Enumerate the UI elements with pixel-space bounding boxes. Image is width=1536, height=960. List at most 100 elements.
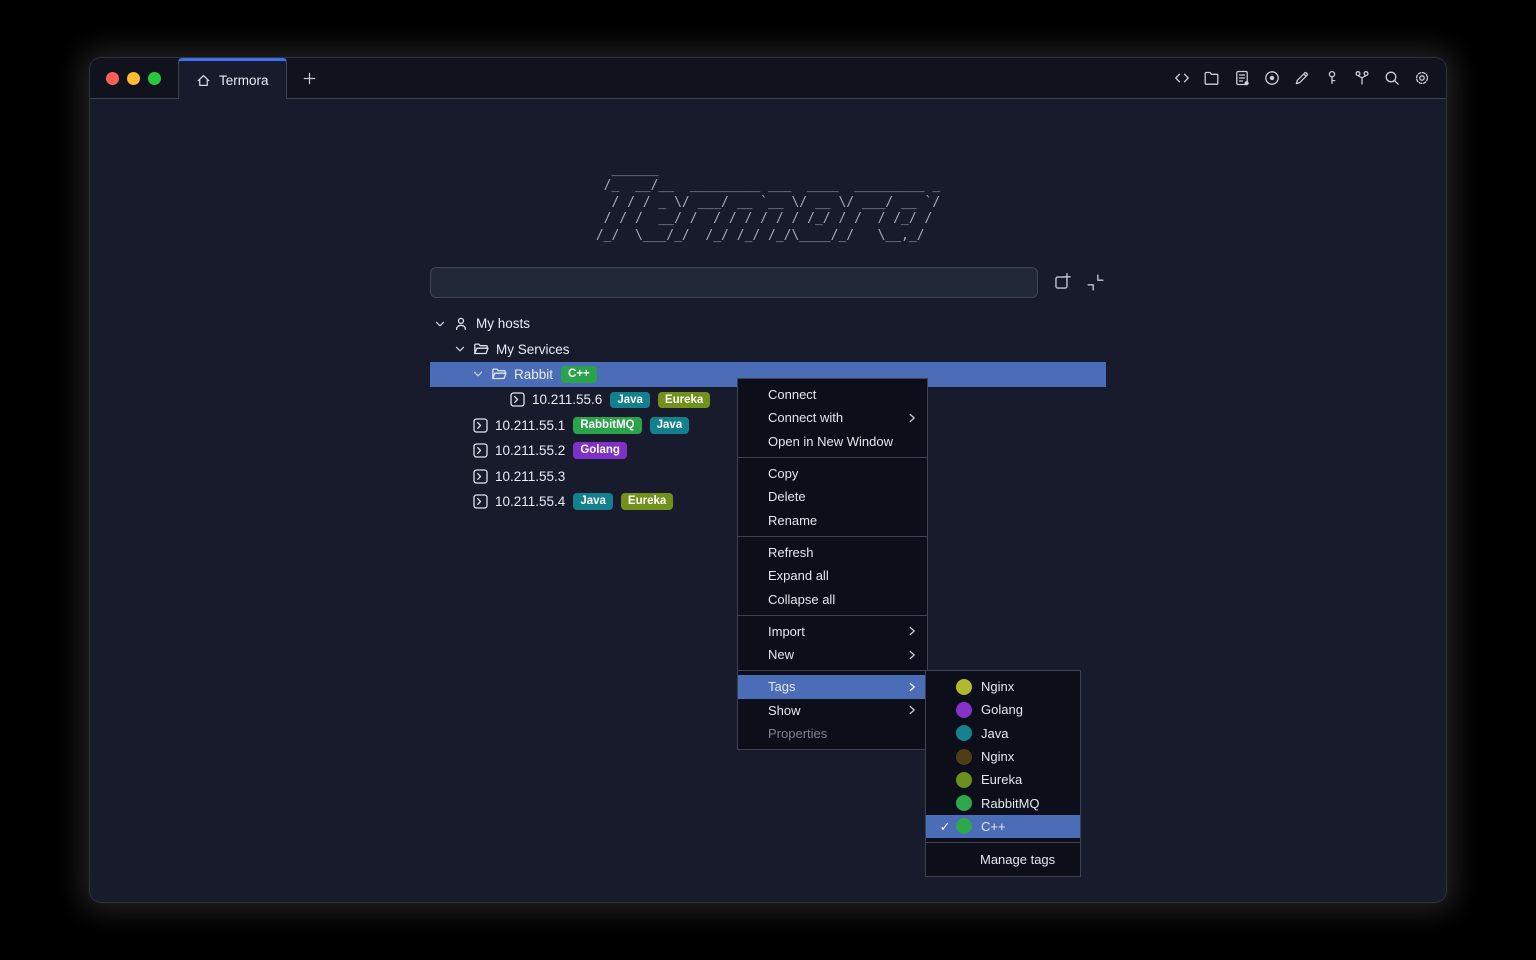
submenu-item-label: RabbitMQ	[981, 796, 1040, 811]
tag-badge: RabbitMQ	[573, 417, 641, 434]
add-host-icon[interactable]	[1051, 272, 1072, 293]
chevron-right-icon	[906, 649, 918, 661]
ascii-logo: ______ /_ __/__ _________ ___ ____ _____…	[596, 162, 940, 244]
branch-icon[interactable]	[1352, 69, 1371, 88]
menu-separator	[738, 457, 927, 458]
submenu-item-java[interactable]: Java	[926, 722, 1080, 745]
submenu-item-golang[interactable]: Golang	[926, 698, 1080, 721]
menu-item-delete[interactable]: Delete	[738, 485, 927, 508]
menu-item-connect-with[interactable]: Connect with	[738, 406, 927, 429]
tag-badge: Golang	[573, 442, 627, 459]
menu-item-properties-disabled: Properties	[738, 722, 927, 745]
tag-badge: Java	[573, 493, 613, 510]
menu-item-new[interactable]: New	[738, 643, 927, 666]
chevron-right-icon	[906, 704, 918, 716]
chevron-right-icon	[906, 412, 918, 424]
submenu-item-nginx[interactable]: Nginx	[926, 675, 1080, 698]
menu-item-label: Connect with	[768, 410, 843, 425]
folder-icon[interactable]	[1202, 69, 1221, 88]
chevron-right-icon	[906, 625, 918, 637]
menu-item-show[interactable]: Show	[738, 699, 927, 722]
tags-submenu: Nginx Golang Java Nginx Eureka RabbitMQ	[925, 670, 1081, 877]
new-tab-button[interactable]	[287, 58, 332, 98]
submenu-item-rabbitmq[interactable]: RabbitMQ	[926, 791, 1080, 814]
traffic-lights	[90, 58, 178, 98]
tag-color-dot	[956, 749, 972, 765]
tag-badge: C++	[561, 366, 597, 383]
submenu-item-label: Nginx	[981, 749, 1014, 764]
submenu-item-label: C++	[981, 819, 1006, 834]
submenu-item-eureka[interactable]: Eureka	[926, 768, 1080, 791]
tree-label: Rabbit	[514, 367, 553, 382]
submenu-item-manage-tags[interactable]: Manage tags	[926, 847, 1080, 872]
tree-label: 10.211.55.2	[495, 443, 565, 458]
context-menu: Connect Connect with Open in New Window …	[737, 378, 928, 750]
menu-separator	[738, 670, 927, 671]
search-icon[interactable]	[1382, 69, 1401, 88]
tree-label: 10.211.55.3	[495, 469, 565, 484]
host-filter-input[interactable]	[430, 267, 1038, 298]
submenu-item-cpp-checked[interactable]: ✓ C++	[926, 815, 1080, 838]
home-icon	[196, 73, 211, 88]
menu-item-label: Tags	[768, 679, 795, 694]
menu-item-copy[interactable]: Copy	[738, 462, 927, 485]
terminal-icon	[473, 443, 488, 458]
tab-bar: Termora	[90, 58, 1446, 99]
chevron-down-icon[interactable]	[471, 367, 485, 381]
menu-item-rename[interactable]: Rename	[738, 508, 927, 531]
menu-item-label: New	[768, 647, 794, 662]
chevron-down-icon[interactable]	[433, 317, 447, 331]
desktop: { "window": { "tab_title": "Termora" }, …	[0, 0, 1536, 960]
menu-separator	[738, 615, 927, 616]
tag-color-dot	[956, 772, 972, 788]
menu-item-expand-all[interactable]: Expand all	[738, 564, 927, 587]
toolbar-icons	[1172, 58, 1446, 98]
tab-title: Termora	[219, 73, 269, 88]
submenu-item-nginx-2[interactable]: Nginx	[926, 745, 1080, 768]
log-icon[interactable]	[1232, 69, 1251, 88]
tab-termora[interactable]: Termora	[178, 58, 287, 99]
close-window-button[interactable]	[106, 72, 119, 85]
menu-separator	[926, 842, 1080, 843]
tree-row-my-services[interactable]: My Services	[430, 336, 1106, 361]
zoom-window-button[interactable]	[148, 72, 161, 85]
minimize-window-button[interactable]	[127, 72, 140, 85]
menu-item-tags-highlighted[interactable]: Tags	[738, 675, 927, 698]
key-icon[interactable]	[1322, 69, 1341, 88]
code-icon[interactable]	[1172, 69, 1191, 88]
settings-icon[interactable]	[1412, 69, 1431, 88]
menu-item-collapse-all[interactable]: Collapse all	[738, 587, 927, 610]
terminal-icon	[510, 392, 525, 407]
tag-badge: Eureka	[621, 493, 673, 510]
collapse-all-icon[interactable]	[1085, 272, 1106, 293]
tree-label: 10.211.55.4	[495, 494, 565, 509]
tag-color-dot	[956, 725, 972, 741]
user-icon	[453, 316, 469, 332]
menu-item-connect[interactable]: Connect	[738, 383, 927, 406]
menu-item-refresh[interactable]: Refresh	[738, 541, 927, 564]
menu-item-open-in-new-window[interactable]: Open in New Window	[738, 430, 927, 453]
submenu-item-label: Nginx	[981, 679, 1014, 694]
tag-badge: Eureka	[658, 392, 710, 409]
terminal-icon	[473, 469, 488, 484]
terminal-icon	[473, 494, 488, 509]
tag-badge: Java	[650, 417, 690, 434]
edit-icon[interactable]	[1292, 69, 1311, 88]
tree-label: 10.211.55.6	[532, 392, 602, 407]
tag-color-dot	[956, 679, 972, 695]
tree-label: My Services	[496, 342, 570, 357]
chevron-right-icon	[906, 681, 918, 693]
tree-label: 10.211.55.1	[495, 418, 565, 433]
tree-row-my-hosts[interactable]: My hosts	[430, 311, 1106, 336]
menu-item-import[interactable]: Import	[738, 620, 927, 643]
tag-color-dot	[956, 818, 972, 834]
folder-open-icon	[491, 366, 507, 382]
tag-color-dot	[956, 795, 972, 811]
menu-separator	[738, 536, 927, 537]
submenu-item-label: Eureka	[981, 772, 1022, 787]
tag-badge: Java	[610, 392, 650, 409]
record-icon[interactable]	[1262, 69, 1281, 88]
menu-item-label: Show	[768, 703, 801, 718]
chevron-down-icon[interactable]	[453, 342, 467, 356]
checkmark-icon: ✓	[934, 819, 956, 834]
